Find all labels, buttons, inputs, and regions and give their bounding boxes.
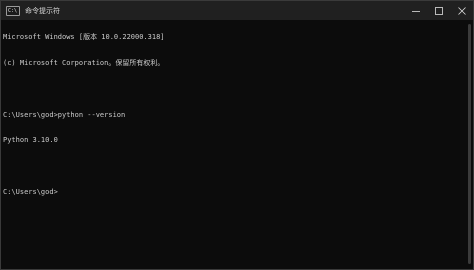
vertical-scrollbar[interactable]	[465, 20, 473, 269]
terminal-window: C:\ 命令提示符 Microsoft Windows [版本 10.0.220…	[0, 0, 474, 270]
console-line: (c) Microsoft Corporation。保留所有权利。	[3, 58, 165, 67]
terminal-icon: C:\	[6, 5, 20, 16]
console-prompt-line[interactable]: C:\Users\god>	[3, 188, 463, 197]
console-output[interactable]: Microsoft Windows [版本 10.0.22000.318] (c…	[3, 16, 463, 269]
window-title: 命令提示符	[25, 6, 60, 15]
scrollbar-thumb[interactable]	[468, 24, 471, 264]
close-icon	[457, 6, 466, 15]
maximize-icon	[434, 6, 443, 15]
minimize-icon	[411, 10, 420, 12]
console-line: Microsoft Windows [版本 10.0.22000.318]	[3, 33, 165, 42]
console-line: C:\Users\god>python --version	[3, 110, 126, 119]
console-line: Python 3.10.0	[3, 136, 58, 145]
